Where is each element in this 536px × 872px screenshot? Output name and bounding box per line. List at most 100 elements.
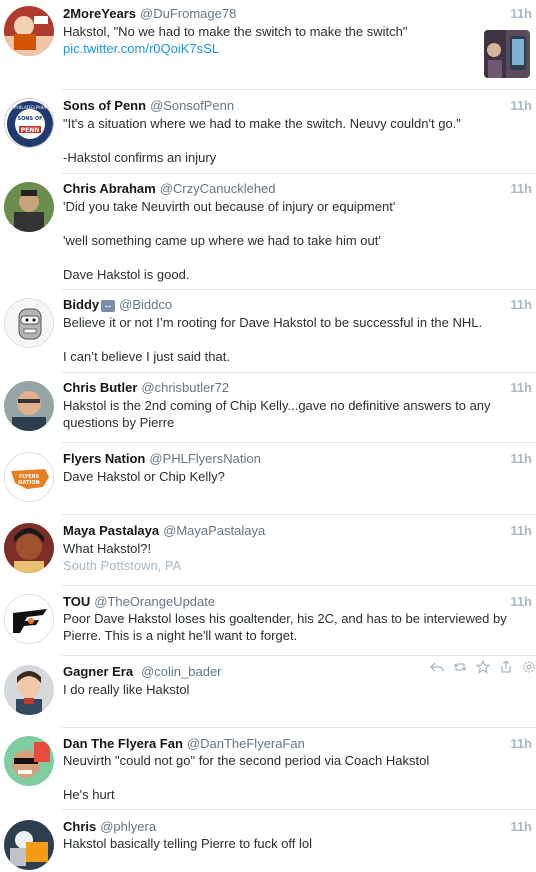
reply-icon[interactable] <box>430 660 444 674</box>
flyers-nation-logo[interactable]: FLYERS NATION <box>4 452 54 502</box>
timestamp[interactable]: 11h <box>510 451 532 467</box>
tweet-header: Flyers Nation @PHLFlyersNation <box>63 451 261 467</box>
user-handle[interactable]: @SonsofPenn <box>150 98 234 113</box>
user-handle[interactable]: @MayaPastalaya <box>163 523 265 538</box>
tweet-header: Biddy ↔ @Biddco <box>63 297 172 313</box>
timestamp[interactable]: 11h <box>510 819 532 835</box>
display-name[interactable]: Dan The Flyera Fan <box>63 736 183 751</box>
display-name[interactable]: Gagner Era <box>63 664 133 679</box>
tweet-item[interactable]: PHILADELPHIA SONS OF PENN Sons of Penn @Son… <box>0 90 536 174</box>
logo-text: NATION <box>18 480 39 486</box>
sons-of-penn-logo[interactable]: PHILADELPHIA SONS OF PENN <box>4 98 54 148</box>
tweet-header: Gagner Era @colin_bader <box>63 664 222 680</box>
timestamp[interactable]: 11h <box>510 297 532 313</box>
tweet-text: 'Did you take Neuvirth out because of in… <box>63 198 395 283</box>
tweet-line: Poor Dave Hakstol loses his goaltender, … <box>63 611 507 626</box>
robot-cartoon-avatar[interactable] <box>4 298 54 348</box>
tweet-item[interactable]: Maya Pastalaya @MayaPastalaya 11h What Ha… <box>0 515 536 586</box>
hockey-player-avatar[interactable] <box>4 6 54 56</box>
user-handle[interactable]: @colin_bader <box>141 664 221 679</box>
tweet-item[interactable]: Chris Abraham @CrzyCanucklehed 11h 'Did y… <box>0 174 536 290</box>
tweet-link[interactable]: pic.twitter.com/r0QoiK7sSL <box>63 40 408 57</box>
tweet-item[interactable]: Gagner Era @colin_bader I do really like … <box>0 656 536 728</box>
tweet-item[interactable]: Chris @phlyera 11h Hakstol basically tell… <box>0 810 536 872</box>
tweet-line: -Hakstol confirms an injury <box>63 150 217 165</box>
tweet-actions <box>430 660 536 674</box>
tweet-header: Maya Pastalaya @MayaPastalaya <box>63 523 265 539</box>
tweet-line: Dave Hakstol or Chip Kelly? <box>63 469 225 484</box>
tweet-header: Chris Butler @chrisbutler72 <box>63 380 229 396</box>
timestamp[interactable]: 11h <box>510 594 532 610</box>
tweet-item[interactable]: Dan The Flyera Fan @DanTheFlyeraFan 11h N… <box>0 728 536 810</box>
tweet-line: 'Did you take Neuvirth out because of in… <box>63 199 396 214</box>
user-handle[interactable]: @Biddco <box>119 297 172 312</box>
photo-thumbnail[interactable] <box>484 30 530 78</box>
user-handle[interactable]: @chrisbutler72 <box>141 380 229 395</box>
like-icon[interactable] <box>476 660 490 674</box>
tweet-line: Believe it or not I’m rooting for Dave H… <box>63 315 483 330</box>
hockey-player-avatar[interactable] <box>4 820 54 870</box>
share-icon[interactable] <box>499 660 513 674</box>
tweet-item[interactable]: Biddy ↔ @Biddco 11h Believe it or not I’m … <box>0 290 536 373</box>
verified-badge: ↔ <box>101 300 116 312</box>
person-avatar[interactable] <box>4 381 54 431</box>
user-handle[interactable]: @DanTheFlyeraFan <box>187 736 305 751</box>
tweet-line <box>63 331 482 348</box>
cartoon-avatar[interactable] <box>4 665 54 715</box>
user-handle[interactable]: @TheOrangeUpdate <box>94 594 215 609</box>
timestamp[interactable]: 11h <box>510 736 532 752</box>
display-name[interactable]: Chris Abraham <box>63 181 156 196</box>
tweet-text: I do really like Hakstol <box>63 681 189 698</box>
tweet-line: Neuvirth "could not go" for the second p… <box>63 753 430 768</box>
tweet-feed: 2MoreYears @DuFromage78 11h Hakstol, "No … <box>0 0 536 872</box>
tweet-text: What Hakstol?! South Pottstown, PA <box>63 540 181 574</box>
tweet-header: Chris Abraham @CrzyCanucklehed <box>63 181 276 197</box>
display-name[interactable]: Maya Pastalaya <box>63 523 159 538</box>
face-avatar[interactable] <box>4 736 54 786</box>
tweet-line: Dave Hakstol is good. <box>63 267 190 282</box>
timestamp[interactable]: 11h <box>510 380 532 396</box>
display-name[interactable]: Biddy <box>63 297 99 312</box>
timestamp[interactable]: 11h <box>510 181 532 197</box>
logo-text: PENN <box>21 127 40 134</box>
timestamp[interactable]: 11h <box>510 6 532 22</box>
location-text[interactable]: South Pottstown, PA <box>63 557 181 574</box>
tweet-header: 2MoreYears @DuFromage78 <box>63 6 236 22</box>
tweet-item[interactable]: FLYERS NATION Flyers Nation @PHLFlyersNati… <box>0 443 536 515</box>
tweet-line: He's hurt <box>63 787 115 802</box>
tweet-line: questions by Pierre <box>63 415 175 430</box>
tweet-line: I can’t believe I just said that. <box>63 349 230 364</box>
tweet-line: What Hakstol?! <box>63 541 152 556</box>
tweet-line <box>63 132 461 149</box>
tweet-line: Hakstol, "No we had to make the switch t… <box>63 24 408 39</box>
tweet-line <box>63 249 395 266</box>
timestamp[interactable]: 11h <box>510 98 532 114</box>
tweet-item[interactable]: TOU @TheOrangeUpdate 11h Poor Dave Haksto… <box>0 586 536 656</box>
display-name[interactable]: Sons of Penn <box>63 98 146 113</box>
user-handle[interactable]: @CrzyCanucklehed <box>160 181 276 196</box>
tweet-text: Poor Dave Hakstol loses his goaltender, … <box>63 610 507 644</box>
user-handle[interactable]: @PHLFlyersNation <box>149 451 260 466</box>
tweet-line: 'well something came up where we had to … <box>63 233 381 248</box>
tweet-line: Hakstol is the 2nd coming of Chip Kelly.… <box>63 398 491 413</box>
display-name[interactable]: TOU <box>63 594 90 609</box>
display-name[interactable]: 2MoreYears <box>63 6 136 21</box>
tweet-item[interactable]: 2MoreYears @DuFromage78 11h Hakstol, "No … <box>0 0 536 90</box>
user-handle[interactable]: @phlyera <box>100 819 156 834</box>
retweet-icon[interactable] <box>453 660 467 674</box>
person-avatar[interactable] <box>4 182 54 232</box>
tweet-line <box>63 215 395 232</box>
settings-icon[interactable] <box>522 660 536 674</box>
tweet-header: Sons of Penn @SonsofPenn <box>63 98 234 114</box>
user-handle[interactable]: @DuFromage78 <box>140 6 236 21</box>
tweet-item[interactable]: Chris Butler @chrisbutler72 11h Hakstol i… <box>0 373 536 443</box>
person-avatar[interactable] <box>4 523 54 573</box>
tweet-line: "It's a situation where we had to make t… <box>63 116 461 131</box>
display-name[interactable]: Flyers Nation <box>63 451 145 466</box>
display-name[interactable]: Chris Butler <box>63 380 137 395</box>
timestamp[interactable]: 11h <box>510 523 532 539</box>
tweet-line <box>63 769 429 786</box>
tweet-line: I do really like Hakstol <box>63 682 190 697</box>
flyers-logo-avatar[interactable] <box>4 594 54 644</box>
display-name[interactable]: Chris <box>63 819 96 834</box>
